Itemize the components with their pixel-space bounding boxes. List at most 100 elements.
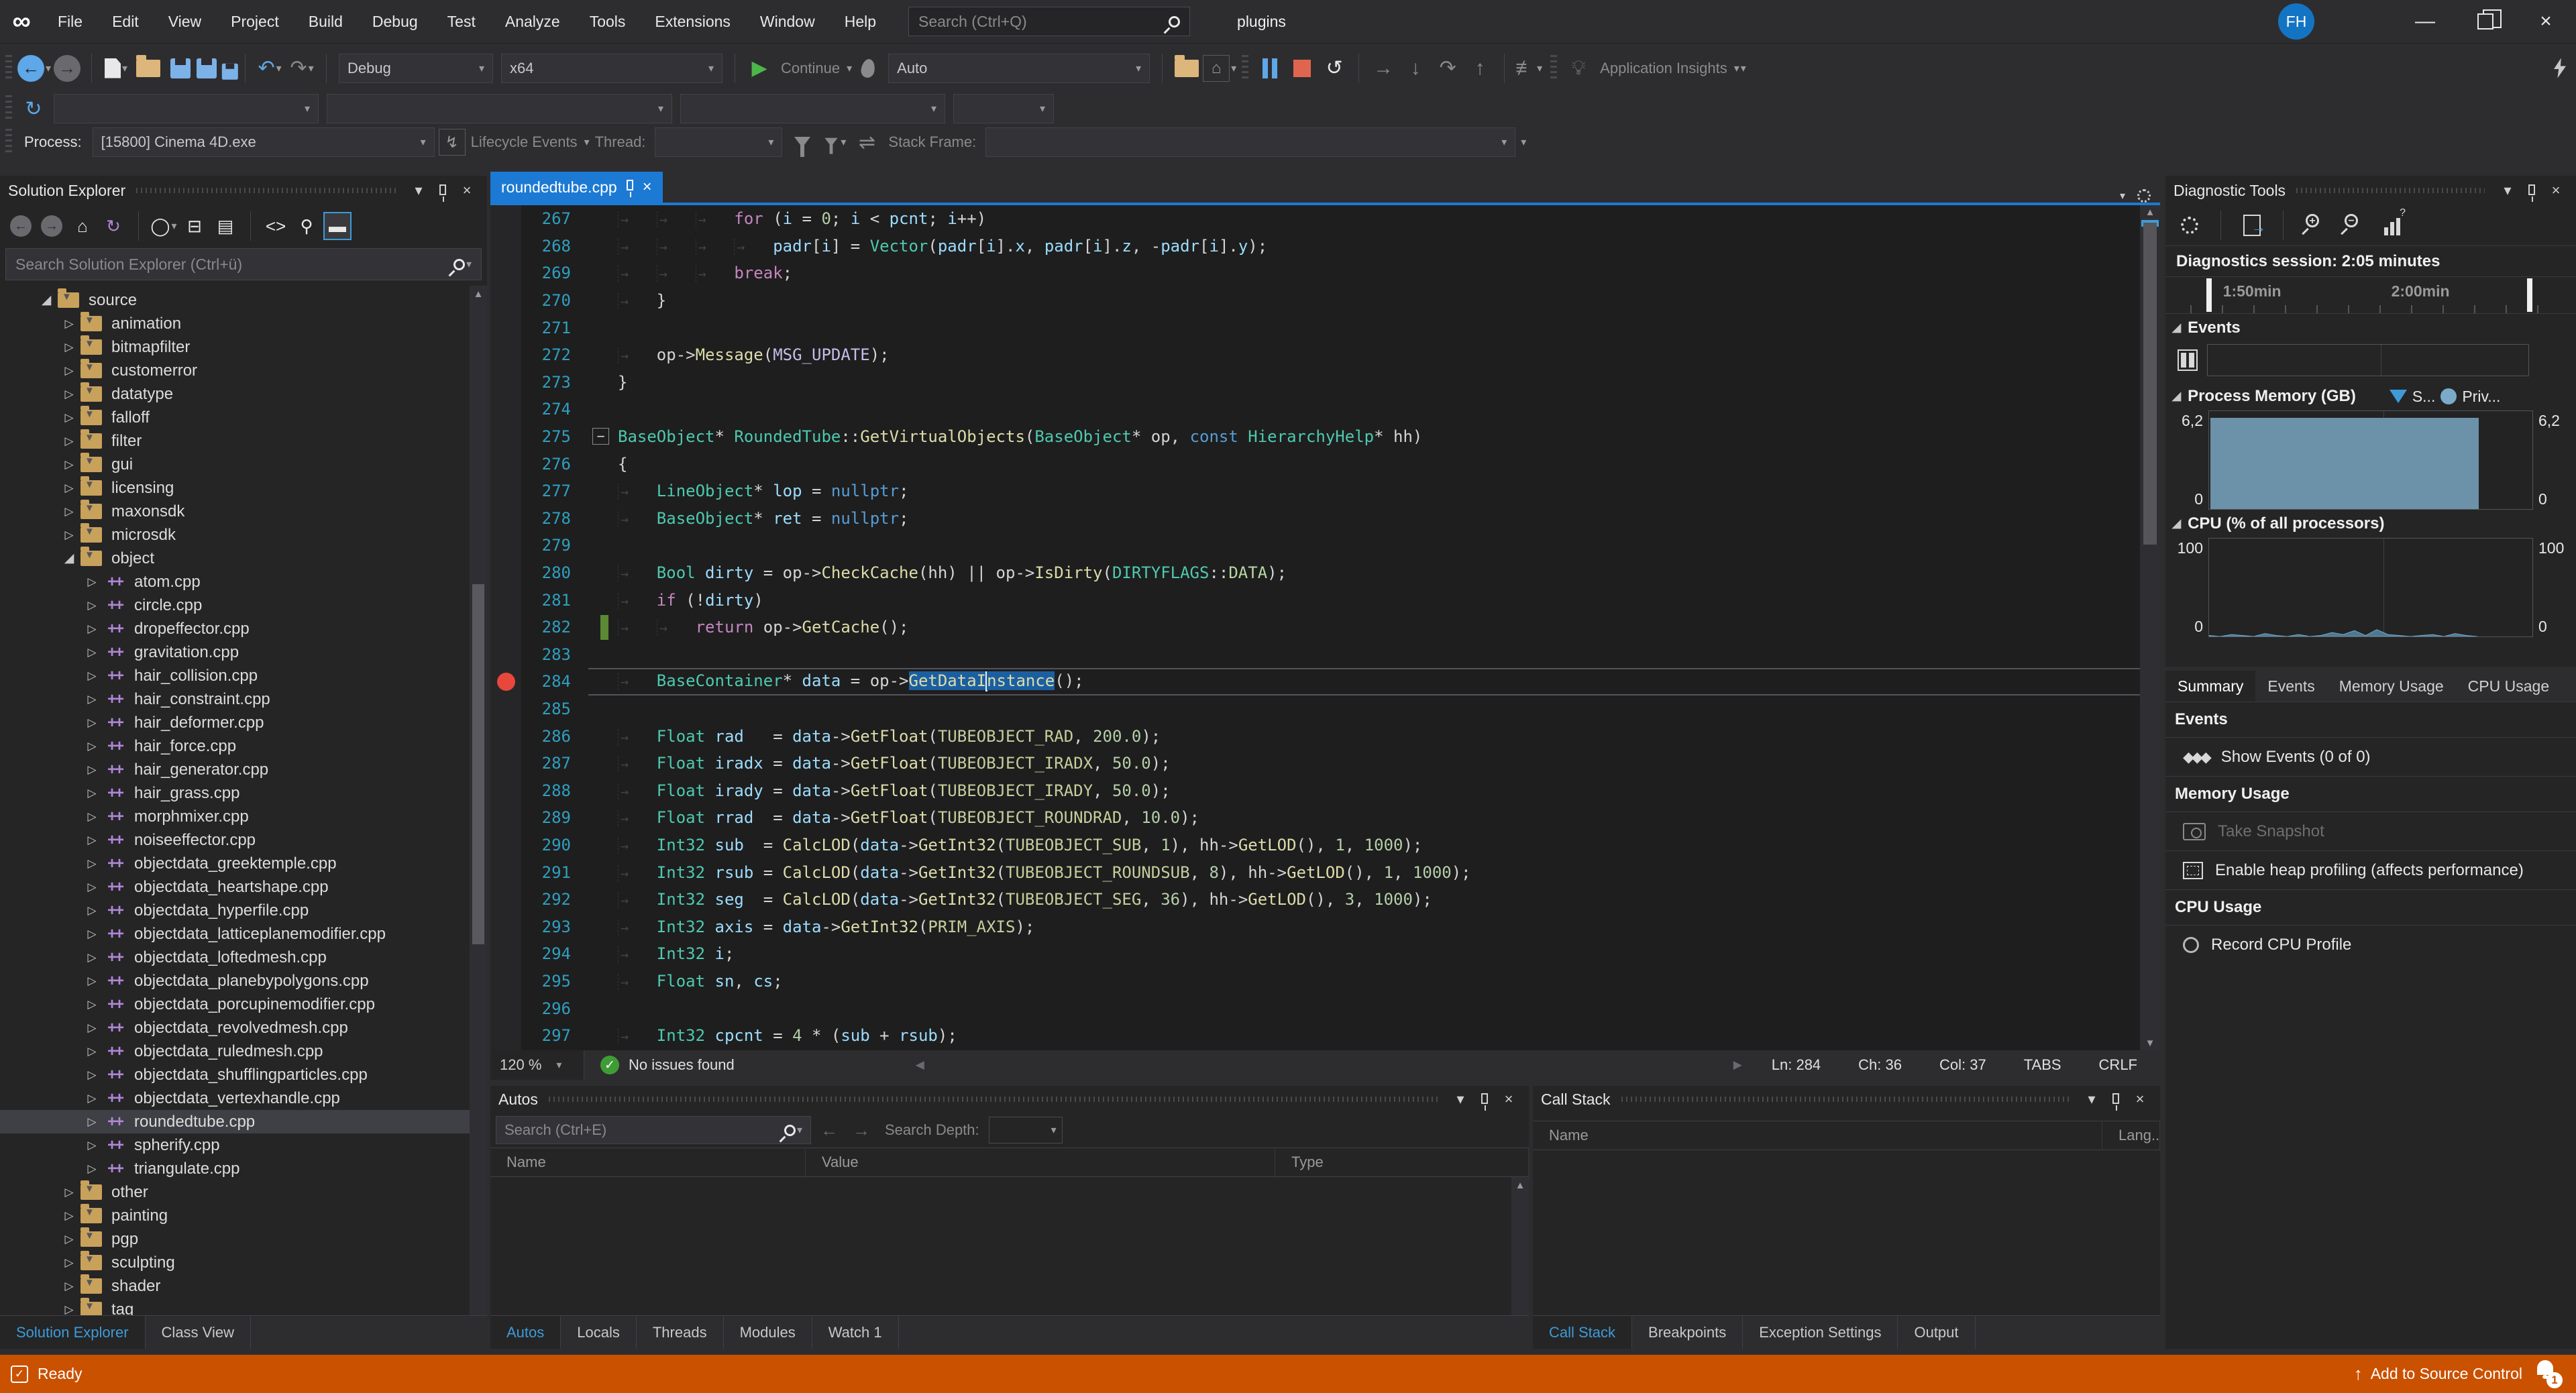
chevron-icon[interactable]: ▷ bbox=[58, 482, 80, 495]
fold-margin[interactable] bbox=[588, 205, 618, 233]
diag-tab-summary[interactable]: Summary bbox=[2165, 671, 2255, 702]
tab-exception-settings[interactable]: Exception Settings bbox=[1743, 1316, 1898, 1349]
configuration-dropdown[interactable]: Debug▾ bbox=[339, 54, 493, 83]
code-editor[interactable]: 267→→→for (i = 0; i < pcnt; i++)268→→→→p… bbox=[490, 205, 2140, 1050]
tree-item-hair_constraint-cpp[interactable]: ▷hair_constraint.cpp bbox=[0, 687, 487, 711]
menu-analyze[interactable]: Analyze bbox=[490, 0, 575, 43]
breakpoint-icon[interactable] bbox=[497, 673, 515, 691]
code-text[interactable]: →BaseContainer* data = op->GetDataInstan… bbox=[618, 671, 2140, 691]
code-line-289[interactable]: 289→Float rrad = data->GetFloat(TUBEOBJE… bbox=[490, 804, 2140, 832]
open-file-button[interactable] bbox=[132, 52, 164, 85]
chevron-icon[interactable]: ▷ bbox=[58, 317, 80, 331]
code-line-270[interactable]: 270→} bbox=[490, 287, 2140, 315]
sx-back-icon[interactable]: ← bbox=[7, 212, 35, 240]
chevron-icon[interactable]: ▷ bbox=[80, 622, 103, 636]
code-text[interactable]: { bbox=[618, 455, 2140, 473]
tree-item-painting[interactable]: ▷painting bbox=[0, 1204, 487, 1227]
events-section-header[interactable]: ◢Events bbox=[2165, 314, 2576, 342]
filter-icon[interactable] bbox=[786, 126, 818, 158]
pin-icon[interactable] bbox=[2104, 1091, 2128, 1108]
continue-button[interactable]: ▶ bbox=[743, 52, 775, 85]
fold-margin[interactable] bbox=[588, 668, 618, 695]
fold-margin[interactable] bbox=[588, 532, 618, 559]
chevron-icon[interactable]: ▷ bbox=[58, 458, 80, 471]
tab-output[interactable]: Output bbox=[1898, 1316, 1975, 1349]
tab-class-view[interactable]: Class View bbox=[146, 1316, 251, 1349]
pin-icon[interactable] bbox=[2520, 182, 2544, 199]
chevron-icon[interactable]: ▷ bbox=[80, 1045, 103, 1058]
tree-item-objectdata_vertexhandle-cpp[interactable]: ▷objectdata_vertexhandle.cpp bbox=[0, 1086, 487, 1110]
fold-margin[interactable] bbox=[588, 287, 618, 315]
collapse-icon[interactable]: − bbox=[592, 428, 609, 445]
fold-margin[interactable] bbox=[588, 450, 618, 478]
fold-margin[interactable] bbox=[588, 314, 618, 341]
tree-item-spherify-cpp[interactable]: ▷spherify.cpp bbox=[0, 1133, 487, 1157]
tree-item-objectdata_planebypolygons-cpp[interactable]: ▷objectdata_planebypolygons.cpp bbox=[0, 969, 487, 993]
breakpoint-margin[interactable] bbox=[490, 777, 521, 804]
chevron-icon[interactable]: ▷ bbox=[58, 528, 80, 542]
fold-margin[interactable] bbox=[588, 695, 618, 723]
code-line-281[interactable]: 281→if (!dirty) bbox=[490, 586, 2140, 614]
chevron-icon[interactable]: ▷ bbox=[80, 575, 103, 589]
tree-item-objectdata_shufflingparticles-cpp[interactable]: ▷objectdata_shufflingparticles.cpp bbox=[0, 1063, 487, 1086]
breakpoint-margin[interactable] bbox=[490, 804, 521, 832]
show-next-statement-button[interactable]: → bbox=[1367, 52, 1399, 85]
breakpoint-margin[interactable] bbox=[490, 668, 521, 695]
code-line-287[interactable]: 287→Float iradx = data->GetFloat(TUBEOBJ… bbox=[490, 750, 2140, 777]
pin-icon[interactable] bbox=[1472, 1091, 1497, 1108]
breakpoint-margin[interactable] bbox=[490, 750, 521, 777]
chevron-icon[interactable]: ▷ bbox=[58, 1256, 80, 1270]
solution-search-input[interactable]: Search Solution Explorer (Ctrl+ü) ▾ bbox=[5, 248, 482, 280]
column-name[interactable]: Name bbox=[1533, 1121, 2102, 1150]
code-text[interactable]: →Float iradx = data->GetFloat(TUBEOBJECT… bbox=[618, 754, 2140, 773]
empty-dropdown-3[interactable]: .▾ bbox=[680, 94, 945, 123]
code-line-273[interactable]: 273} bbox=[490, 369, 2140, 396]
breakpoint-margin[interactable] bbox=[490, 832, 521, 859]
code-line-297[interactable]: 297→Int32 cpcnt = 4 * (sub + rsub); bbox=[490, 1022, 2140, 1050]
breakpoint-margin[interactable] bbox=[490, 233, 521, 260]
autos-search-input[interactable]: Search (Ctrl+E) ▾ bbox=[496, 1116, 811, 1144]
empty-dropdown-2[interactable]: .▾ bbox=[327, 94, 672, 123]
fold-margin[interactable] bbox=[588, 478, 618, 505]
fold-margin[interactable] bbox=[588, 968, 618, 995]
chevron-icon[interactable]: ▷ bbox=[80, 740, 103, 753]
lifecycle-dropdown[interactable]: Lifecycle Events bbox=[471, 133, 578, 151]
fold-margin[interactable] bbox=[588, 614, 618, 641]
diag-tab-memory-usage[interactable]: Memory Usage bbox=[2327, 671, 2456, 702]
code-line-296[interactable]: 296 bbox=[490, 995, 2140, 1022]
panel-drag-handle[interactable] bbox=[136, 188, 396, 193]
ruler-range-marker[interactable] bbox=[2206, 278, 2212, 312]
editor-zoom-dropdown[interactable]: 120 %▾ bbox=[490, 1050, 584, 1080]
chevron-icon[interactable]: ▷ bbox=[80, 834, 103, 847]
code-text[interactable]: →Int32 i; bbox=[618, 944, 2140, 963]
fold-margin[interactable] bbox=[588, 722, 618, 750]
code-line-284[interactable]: 284→BaseContainer* data = op->GetDataIns… bbox=[490, 668, 2140, 695]
code-text[interactable]: →} bbox=[618, 291, 2140, 310]
code-text[interactable]: →→→for (i = 0; i < pcnt; i++) bbox=[618, 209, 2140, 228]
tree-item-pgp[interactable]: ▷pgp bbox=[0, 1227, 487, 1251]
chevron-icon[interactable]: ▷ bbox=[58, 388, 80, 401]
code-line-269[interactable]: 269→→→break; bbox=[490, 260, 2140, 287]
chevron-icon[interactable]: ▷ bbox=[58, 1280, 80, 1293]
fold-margin[interactable] bbox=[588, 505, 618, 533]
editor-settings-icon[interactable] bbox=[2137, 189, 2151, 203]
chevron-icon[interactable]: ▷ bbox=[80, 693, 103, 706]
attach-mode-dropdown[interactable]: Auto▾ bbox=[888, 54, 1150, 83]
breakpoint-margin[interactable] bbox=[490, 722, 521, 750]
code-text[interactable]: BaseObject* RoundedTube::GetVirtualObjec… bbox=[618, 427, 2140, 446]
call-stack-grid[interactable] bbox=[1533, 1150, 2160, 1315]
tree-item-licensing[interactable]: ▷licensing bbox=[0, 476, 487, 500]
process-dropdown[interactable]: [15800] Cinema 4D.exe▾ bbox=[93, 127, 435, 157]
eol-mode[interactable]: CRLF bbox=[2099, 1056, 2137, 1074]
code-text[interactable]: →LineObject* lop = nullptr; bbox=[618, 482, 2140, 500]
take-snapshot-button[interactable]: Take Snapshot bbox=[2165, 812, 2576, 850]
tree-item-objectdata_hyperfile-cpp[interactable]: ▷objectdata_hyperfile.cpp bbox=[0, 899, 487, 922]
tab-locals[interactable]: Locals bbox=[561, 1316, 637, 1349]
fold-margin[interactable] bbox=[588, 804, 618, 832]
tree-item-object[interactable]: ◢object bbox=[0, 547, 487, 570]
heap-profiling-link[interactable]: Enable heap profiling (affects performan… bbox=[2165, 850, 2576, 889]
code-line-267[interactable]: 267→→→for (i = 0; i < pcnt; i++) bbox=[490, 205, 2140, 233]
chevron-icon[interactable]: ▷ bbox=[58, 1186, 80, 1199]
panel-menu-icon[interactable]: ▾ bbox=[2080, 1091, 2104, 1108]
code-text[interactable]: →Int32 sub = CalcLOD(data->GetInt32(TUBE… bbox=[618, 836, 2140, 854]
